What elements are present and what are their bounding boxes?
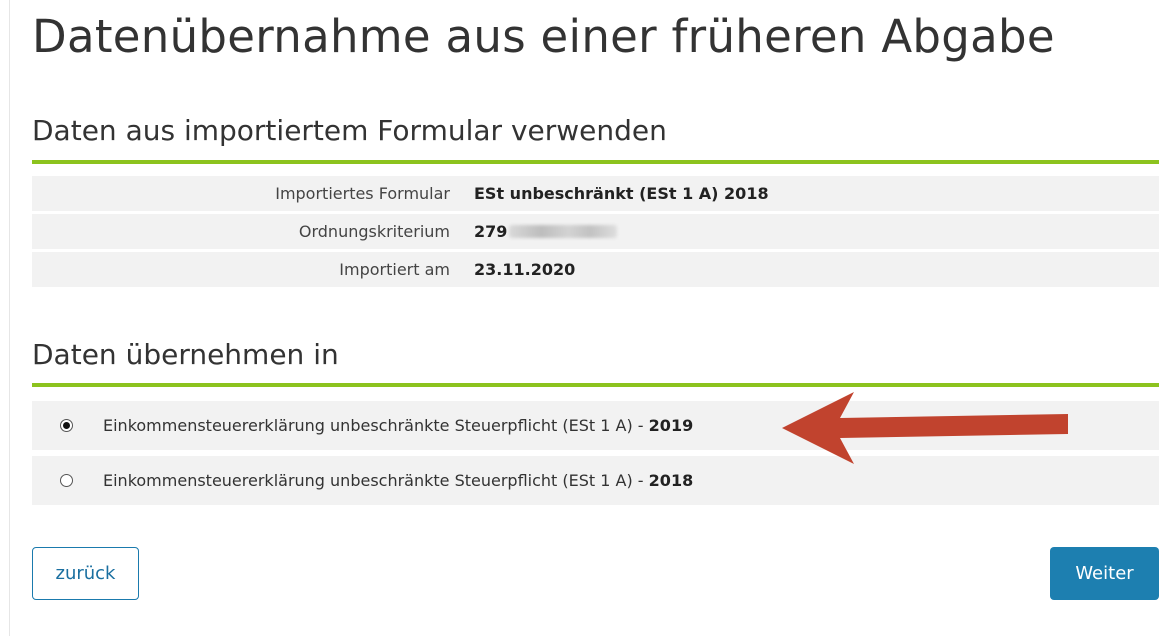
option-text: Einkommensteuererklärung unbeschränkte S…	[103, 471, 649, 490]
red-arrow-icon	[782, 392, 1068, 464]
option-text: Einkommensteuererklärung unbeschränkte S…	[103, 416, 649, 435]
import-section-divider	[32, 160, 1159, 164]
target-section-divider	[32, 383, 1159, 387]
info-value-prefix: 279	[474, 222, 508, 241]
info-row-ordnungskriterium: Ordnungskriterium 279	[32, 214, 1159, 249]
back-button[interactable]: zurück	[32, 547, 139, 600]
info-row-form: Importiertes Formular ESt unbeschränkt (…	[32, 176, 1159, 211]
option-year: 2018	[648, 471, 694, 490]
target-section-title: Daten übernehmen in	[32, 338, 339, 371]
radio-selected-dot	[63, 422, 70, 429]
radio-button-2019[interactable]	[60, 419, 73, 432]
import-section-title: Daten aus importiertem Formular verwende…	[32, 114, 667, 147]
radio-button-2018[interactable]	[60, 474, 73, 487]
page-title: Datenübernahme aus einer früheren Abgabe	[32, 10, 1055, 63]
left-page-border	[0, 0, 10, 636]
option-year: 2019	[648, 416, 694, 435]
info-value: 23.11.2020	[474, 260, 576, 279]
info-value-redacted: 279	[474, 222, 618, 241]
next-button[interactable]: Weiter	[1050, 547, 1159, 600]
info-row-import-date: Importiert am 23.11.2020	[32, 252, 1159, 287]
info-label: Importiert am	[339, 260, 450, 279]
info-label: Ordnungskriterium	[298, 222, 450, 241]
info-value: ESt unbeschränkt (ESt 1 A) 2018	[474, 184, 769, 203]
option-label-2019[interactable]: Einkommensteuererklärung unbeschränkte S…	[103, 416, 693, 435]
redacted-blur	[509, 225, 618, 238]
import-info-table: Importiertes Formular ESt unbeschränkt (…	[32, 176, 1159, 290]
option-label-2018[interactable]: Einkommensteuererklärung unbeschränkte S…	[103, 471, 693, 490]
info-label: Importiertes Formular	[275, 184, 450, 203]
